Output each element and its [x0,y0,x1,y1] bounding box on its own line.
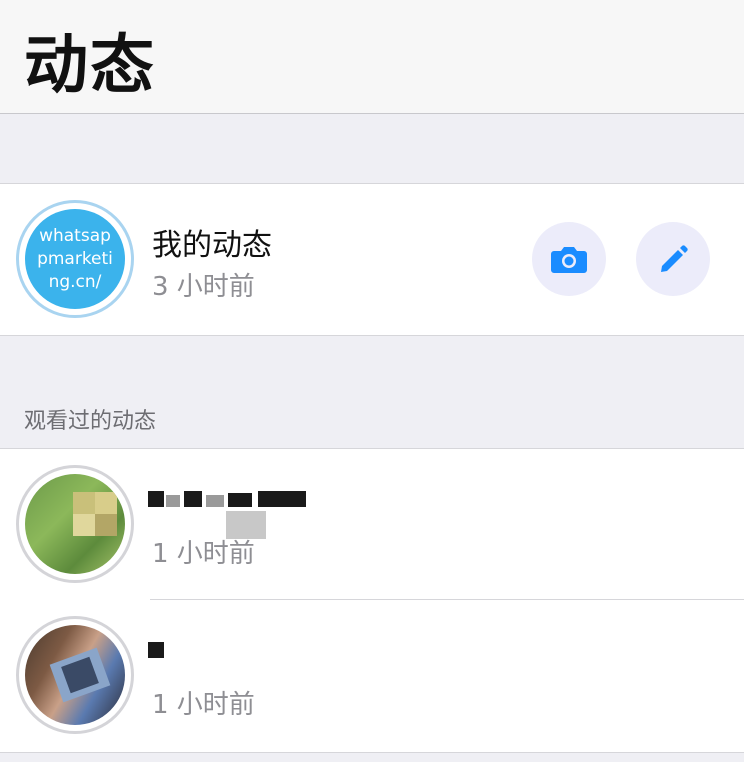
pixelated-block [95,492,117,514]
redacted-name [228,493,252,507]
pixelated-block [73,514,95,536]
my-status-row[interactable]: whatsap pmarketi ng.cn/ 我的动态 3 小时前 [0,184,744,336]
camera-icon [551,247,587,273]
redacted-name [258,491,306,507]
section-header: 观看过的动态 [0,336,744,449]
pixelated-block [73,492,95,514]
spacer-band [0,114,744,184]
contact-avatar[interactable] [16,616,134,734]
redacted-name [148,642,164,658]
page-title: 动态 [24,29,156,103]
section-label: 观看过的动态 [24,409,157,434]
redacted-name [148,491,164,507]
my-status-avatar[interactable]: whatsap pmarketi ng.cn/ [16,200,134,318]
my-status-time: 3 小时前 [152,272,255,302]
redacted-name [166,495,180,507]
camera-button[interactable] [532,222,606,296]
pixelated-block [95,514,117,536]
viewed-status-list: 1 小时前 1 小时前 [0,449,744,753]
avatar-text-line: pmarketi [37,248,113,269]
list-item[interactable]: 1 小时前 [0,600,744,751]
status-time: 1 小时前 [152,539,255,569]
list-item[interactable]: 1 小时前 [0,449,744,600]
contact-avatar[interactable] [16,465,134,583]
pencil-icon [661,245,688,272]
edit-button[interactable] [636,222,710,296]
redacted-name [206,495,224,507]
my-status-name: 我的动态 [152,228,272,263]
avatar-text-line: ng.cn/ [48,271,102,292]
avatar-text-line: whatsap [39,225,111,246]
redacted-name [184,491,202,507]
status-time: 1 小时前 [152,690,255,720]
header-bar: 动态 [0,0,744,114]
